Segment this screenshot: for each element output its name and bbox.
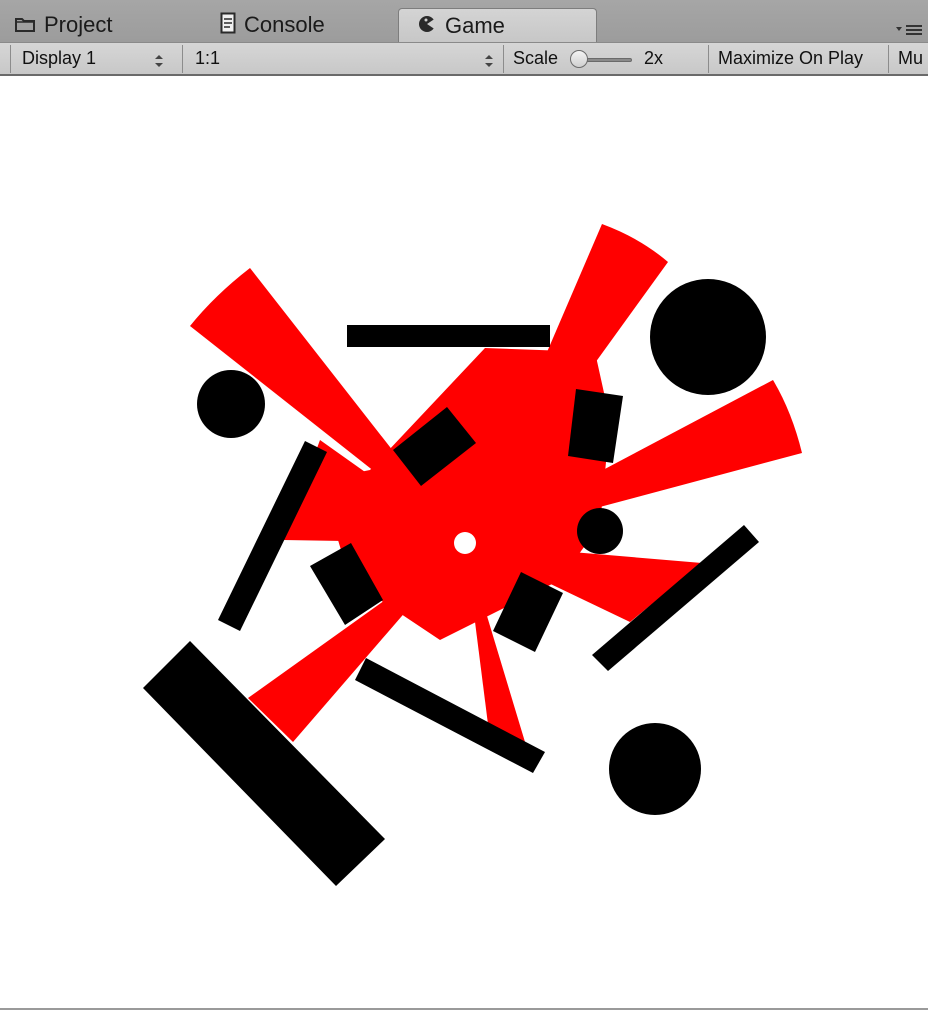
black-circle bbox=[650, 279, 766, 395]
display-dropdown[interactable]: Display 1 bbox=[11, 43, 171, 74]
folder-icon bbox=[14, 13, 36, 39]
game-toolbar: Display 1 1:1 Scale 2x Maximize On Play … bbox=[0, 42, 928, 76]
scale-label: Scale bbox=[513, 43, 573, 74]
tab-menu-icon[interactable] bbox=[894, 22, 924, 38]
tab-project[interactable]: Project bbox=[14, 8, 204, 42]
game-view-canvas[interactable] bbox=[0, 76, 928, 1010]
display-dropdown-label: Display 1 bbox=[22, 48, 97, 68]
console-icon bbox=[220, 12, 236, 40]
aspect-ratio-dropdown[interactable]: 1:1 bbox=[183, 43, 501, 74]
black-circle bbox=[197, 370, 265, 438]
unity-game-window: Project Console Game Display 1 1:1 Scale… bbox=[0, 0, 928, 1010]
maximize-on-play-toggle[interactable]: Maximize On Play bbox=[709, 43, 887, 74]
tab-game-label: Game bbox=[445, 12, 505, 38]
tab-game[interactable]: Game bbox=[398, 8, 597, 42]
scale-value-text: 2x bbox=[644, 48, 664, 68]
dropdown-arrows-icon bbox=[485, 52, 493, 67]
tab-bar: Project Console Game bbox=[0, 0, 928, 42]
tab-project-label: Project bbox=[44, 12, 113, 37]
scale-label-text: Scale bbox=[513, 48, 559, 68]
black-circle bbox=[609, 723, 701, 815]
black-circle bbox=[577, 508, 623, 554]
toolbar-divider bbox=[503, 45, 504, 73]
dropdown-arrows-icon bbox=[155, 52, 163, 67]
mute-audio-toggle[interactable]: Mu bbox=[889, 43, 928, 74]
scale-value: 2x bbox=[644, 43, 684, 74]
black-rectangle bbox=[568, 389, 623, 463]
aspect-ratio-label: 1:1 bbox=[195, 48, 221, 68]
mute-audio-label: Mu bbox=[898, 48, 924, 68]
black-rectangle bbox=[347, 325, 550, 347]
maximize-on-play-label: Maximize On Play bbox=[718, 48, 864, 68]
game-scene bbox=[143, 224, 802, 886]
center-pivot bbox=[454, 532, 476, 554]
game-controller-icon bbox=[417, 14, 437, 40]
black-rectangle bbox=[143, 641, 385, 886]
tab-console-label: Console bbox=[244, 12, 325, 37]
tab-console[interactable]: Console bbox=[220, 8, 390, 42]
scale-slider-thumb[interactable] bbox=[570, 50, 588, 68]
